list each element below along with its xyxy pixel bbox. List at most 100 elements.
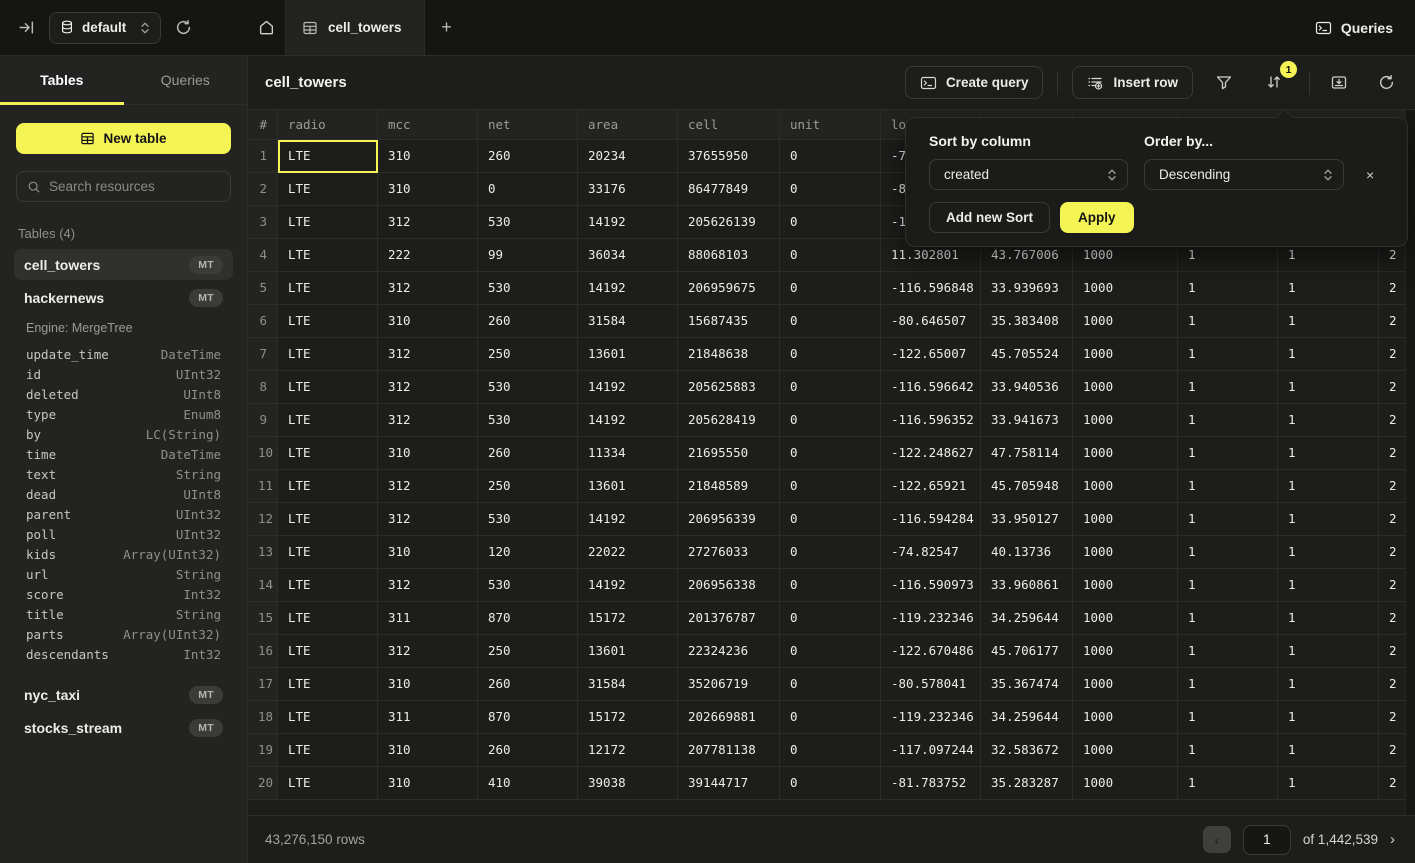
sidebar-collapse-icon[interactable]: [14, 15, 39, 40]
search-input[interactable]: [49, 179, 220, 194]
table-cell[interactable]: -122.670486: [881, 635, 981, 668]
table-cell[interactable]: 0: [780, 767, 881, 800]
table-cell[interactable]: 13601: [578, 470, 678, 503]
sidebar-tab-queries[interactable]: Queries: [124, 56, 248, 104]
table-cell[interactable]: -116.596642: [881, 371, 981, 404]
table-cell[interactable]: 205628419: [678, 404, 780, 437]
table-cell[interactable]: 260: [478, 140, 578, 173]
table-cell[interactable]: 1: [1278, 734, 1379, 767]
table-cell[interactable]: 1000: [1073, 503, 1178, 536]
table-cell[interactable]: 1000: [1073, 470, 1178, 503]
refresh-table-icon[interactable]: [1372, 68, 1401, 97]
table-cell[interactable]: 1: [1178, 734, 1278, 767]
table-cell[interactable]: -80.646507: [881, 305, 981, 338]
table-cell[interactable]: 1000: [1073, 338, 1178, 371]
table-cell[interactable]: 14192: [578, 206, 678, 239]
table-cell[interactable]: 1: [1178, 536, 1278, 569]
table-cell[interactable]: 312: [378, 272, 478, 305]
table-cell[interactable]: 312: [378, 635, 478, 668]
table-cell[interactable]: 312: [378, 371, 478, 404]
table-cell[interactable]: -116.590973: [881, 569, 981, 602]
queries-button[interactable]: Queries: [1315, 20, 1393, 36]
table-cell[interactable]: LTE: [278, 404, 378, 437]
table-cell[interactable]: 1: [1278, 437, 1379, 470]
table-cell[interactable]: 35.383408: [981, 305, 1073, 338]
table-cell[interactable]: 120: [478, 536, 578, 569]
table-cell[interactable]: 312: [378, 206, 478, 239]
table-cell[interactable]: 1000: [1073, 371, 1178, 404]
table-cell[interactable]: 260: [478, 668, 578, 701]
table-cell[interactable]: 1: [1178, 437, 1278, 470]
table-cell[interactable]: 206956338: [678, 569, 780, 602]
table-cell[interactable]: 1000: [1073, 569, 1178, 602]
table-cell[interactable]: 310: [378, 767, 478, 800]
table-cell[interactable]: LTE: [278, 206, 378, 239]
table-cell[interactable]: 205625883: [678, 371, 780, 404]
table-cell[interactable]: 1: [1278, 569, 1379, 602]
table-cell[interactable]: 88068103: [678, 239, 780, 272]
table-cell[interactable]: 1: [1178, 338, 1278, 371]
table-cell[interactable]: LTE: [278, 734, 378, 767]
table-cell[interactable]: LTE: [278, 602, 378, 635]
table-cell[interactable]: LTE: [278, 635, 378, 668]
table-cell[interactable]: -116.596848: [881, 272, 981, 305]
table-cell[interactable]: -119.232346: [881, 701, 981, 734]
table-cell[interactable]: 22324236: [678, 635, 780, 668]
table-cell[interactable]: 1: [1278, 602, 1379, 635]
table-cell[interactable]: 34.259644: [981, 701, 1073, 734]
column-header[interactable]: radio: [278, 110, 378, 140]
table-cell[interactable]: 22022: [578, 536, 678, 569]
table-cell[interactable]: 0: [780, 503, 881, 536]
table-cell[interactable]: 35206719: [678, 668, 780, 701]
table-cell[interactable]: 13601: [578, 338, 678, 371]
table-cell[interactable]: -116.596352: [881, 404, 981, 437]
table-cell[interactable]: 310: [378, 305, 478, 338]
table-cell[interactable]: 1: [1178, 305, 1278, 338]
table-cell[interactable]: 1: [1178, 272, 1278, 305]
table-cell[interactable]: LTE: [278, 701, 378, 734]
table-cell[interactable]: -122.248627: [881, 437, 981, 470]
table-cell[interactable]: 312: [378, 404, 478, 437]
table-cell[interactable]: 1: [1178, 569, 1278, 602]
table-cell[interactable]: LTE: [278, 470, 378, 503]
table-cell[interactable]: 0: [780, 470, 881, 503]
table-cell[interactable]: 202669881: [678, 701, 780, 734]
table-cell[interactable]: 410: [478, 767, 578, 800]
table-cell[interactable]: 0: [780, 602, 881, 635]
table-cell[interactable]: 530: [478, 503, 578, 536]
column-header[interactable]: unit: [780, 110, 881, 140]
table-cell[interactable]: 0: [780, 668, 881, 701]
table-cell[interactable]: LTE: [278, 536, 378, 569]
table-cell[interactable]: 99: [478, 239, 578, 272]
table-cell[interactable]: 1000: [1073, 767, 1178, 800]
filter-icon[interactable]: [1209, 68, 1239, 97]
table-cell[interactable]: 0: [780, 437, 881, 470]
table-cell[interactable]: 1000: [1073, 272, 1178, 305]
refresh-icon[interactable]: [171, 15, 196, 40]
table-cell[interactable]: 0: [780, 701, 881, 734]
table-cell[interactable]: 47.758114: [981, 437, 1073, 470]
table-cell[interactable]: 31584: [578, 668, 678, 701]
table-cell[interactable]: 312: [378, 470, 478, 503]
table-cell[interactable]: LTE: [278, 371, 378, 404]
table-cell[interactable]: 45.705524: [981, 338, 1073, 371]
table-cell[interactable]: 45.706177: [981, 635, 1073, 668]
table-cell[interactable]: 0: [780, 371, 881, 404]
table-cell[interactable]: 0: [478, 173, 578, 206]
table-cell[interactable]: 0: [780, 569, 881, 602]
table-cell[interactable]: 35.367474: [981, 668, 1073, 701]
table-cell[interactable]: 0: [780, 173, 881, 206]
table-cell[interactable]: 310: [378, 668, 478, 701]
table-cell[interactable]: LTE: [278, 503, 378, 536]
table-cell[interactable]: 206959675: [678, 272, 780, 305]
table-cell[interactable]: 1: [1178, 470, 1278, 503]
table-cell[interactable]: 0: [780, 272, 881, 305]
table-cell[interactable]: 312: [378, 503, 478, 536]
table-cell[interactable]: -119.232346: [881, 602, 981, 635]
table-cell[interactable]: 31584: [578, 305, 678, 338]
insert-row-button[interactable]: Insert row: [1072, 66, 1193, 99]
table-cell[interactable]: 36034: [578, 239, 678, 272]
table-cell[interactable]: 1: [1278, 635, 1379, 668]
sidebar-item-nyc-taxi[interactable]: nyc_taxi MT: [14, 679, 233, 710]
table-cell[interactable]: 1000: [1073, 701, 1178, 734]
